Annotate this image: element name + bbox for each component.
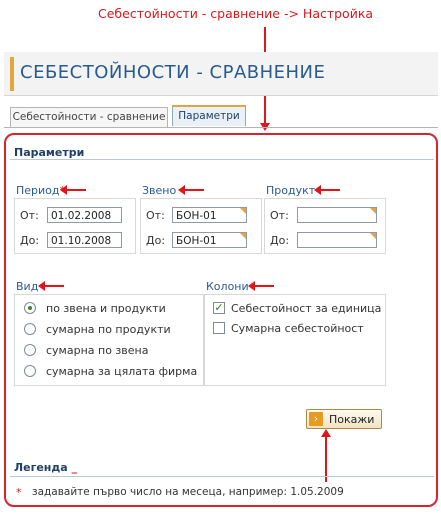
tab-parameters[interactable]: Параметри: [172, 105, 246, 126]
lookup-corner-icon: [370, 233, 376, 239]
period-from-input[interactable]: 01.02.2008: [47, 207, 122, 223]
period-to-label: До:: [20, 234, 40, 247]
checkbox-unit-cost[interactable]: ✓: [213, 302, 225, 314]
vid-label: Вид: [16, 280, 39, 293]
checkbox-total-cost[interactable]: [213, 322, 225, 334]
radio-label: сумарна по звена: [46, 344, 149, 357]
annotation-arrow-vid: [38, 281, 64, 291]
annotation-arrow-zveno: [178, 185, 204, 195]
lookup-corner-icon: [370, 208, 376, 214]
legend-note: задавайте първо число на месеца, наприме…: [32, 486, 344, 498]
checkbox-label: Себестойност за единица: [231, 302, 382, 315]
radio-label: сумарна по продукти: [46, 323, 171, 336]
radio-total-by-products[interactable]: [24, 323, 36, 335]
section-title-underline: [10, 159, 434, 160]
legend-star: *: [16, 486, 22, 499]
radio-label: по звена и продукти: [46, 302, 166, 315]
annotation-arrow-button: [325, 434, 327, 482]
radio-total-whole-company[interactable]: [24, 365, 36, 377]
period-label-text: Период: [16, 184, 60, 197]
product-from-label: От:: [270, 209, 289, 222]
radio-by-units-and-products[interactable]: [24, 302, 36, 314]
product-from-input[interactable]: [297, 207, 377, 223]
product-label: Продукт: [266, 184, 316, 197]
checkbox-label: Сумарна себестойност: [231, 322, 364, 335]
radio-total-by-units[interactable]: [24, 344, 36, 356]
period-from-value: 01.02.2008: [51, 210, 112, 222]
section-title: Параметри: [14, 146, 85, 159]
columns-label: Колони: [206, 280, 249, 293]
show-button[interactable]: › Покажи: [306, 409, 382, 429]
show-button-label: Покажи: [329, 413, 375, 426]
period-label: Период*: [16, 184, 65, 197]
arrow-right-icon: ›: [309, 412, 323, 426]
legend-title: Легенда _: [14, 461, 77, 474]
lookup-corner-icon: [240, 208, 246, 214]
zveno-from-label: От:: [146, 209, 165, 222]
zveno-from-value: БОН-01: [176, 210, 217, 222]
tab-costs-comparison[interactable]: Себестойности - сравнение: [10, 107, 168, 127]
radio-label: сумарна за цялата фирма: [46, 365, 198, 378]
zveno-label: Звено: [142, 184, 177, 197]
legend-underline: [10, 476, 434, 477]
period-to-input[interactable]: 01.10.2008: [47, 232, 122, 248]
zveno-to-label: До:: [146, 234, 166, 247]
lookup-corner-icon: [240, 233, 246, 239]
annotation-arrow-columns: [248, 281, 274, 291]
header-accent-bar: [10, 57, 14, 91]
annotation-arrow-product: [314, 185, 340, 195]
zveno-to-value: БОН-01: [176, 235, 217, 247]
annotation-arrow-period: [60, 185, 86, 195]
legend-title-text: Легенда: [14, 461, 68, 474]
product-to-label: До:: [270, 234, 290, 247]
product-to-input[interactable]: [297, 232, 377, 248]
tab-divider: [4, 127, 438, 128]
zveno-to-input[interactable]: БОН-01: [172, 232, 247, 248]
page-title: СЕБЕСТОЙНОСТИ - СРАВНЕНИЕ: [20, 62, 326, 83]
annotation-arrow-button-head: [321, 429, 331, 437]
period-to-value: 01.10.2008: [51, 235, 112, 247]
annotation-caption: Себестойности - сравнение -> Настройка: [98, 6, 374, 21]
legend-title-suffix: _: [71, 461, 78, 474]
period-from-label: От:: [20, 209, 39, 222]
zveno-from-input[interactable]: БОН-01: [172, 207, 247, 223]
